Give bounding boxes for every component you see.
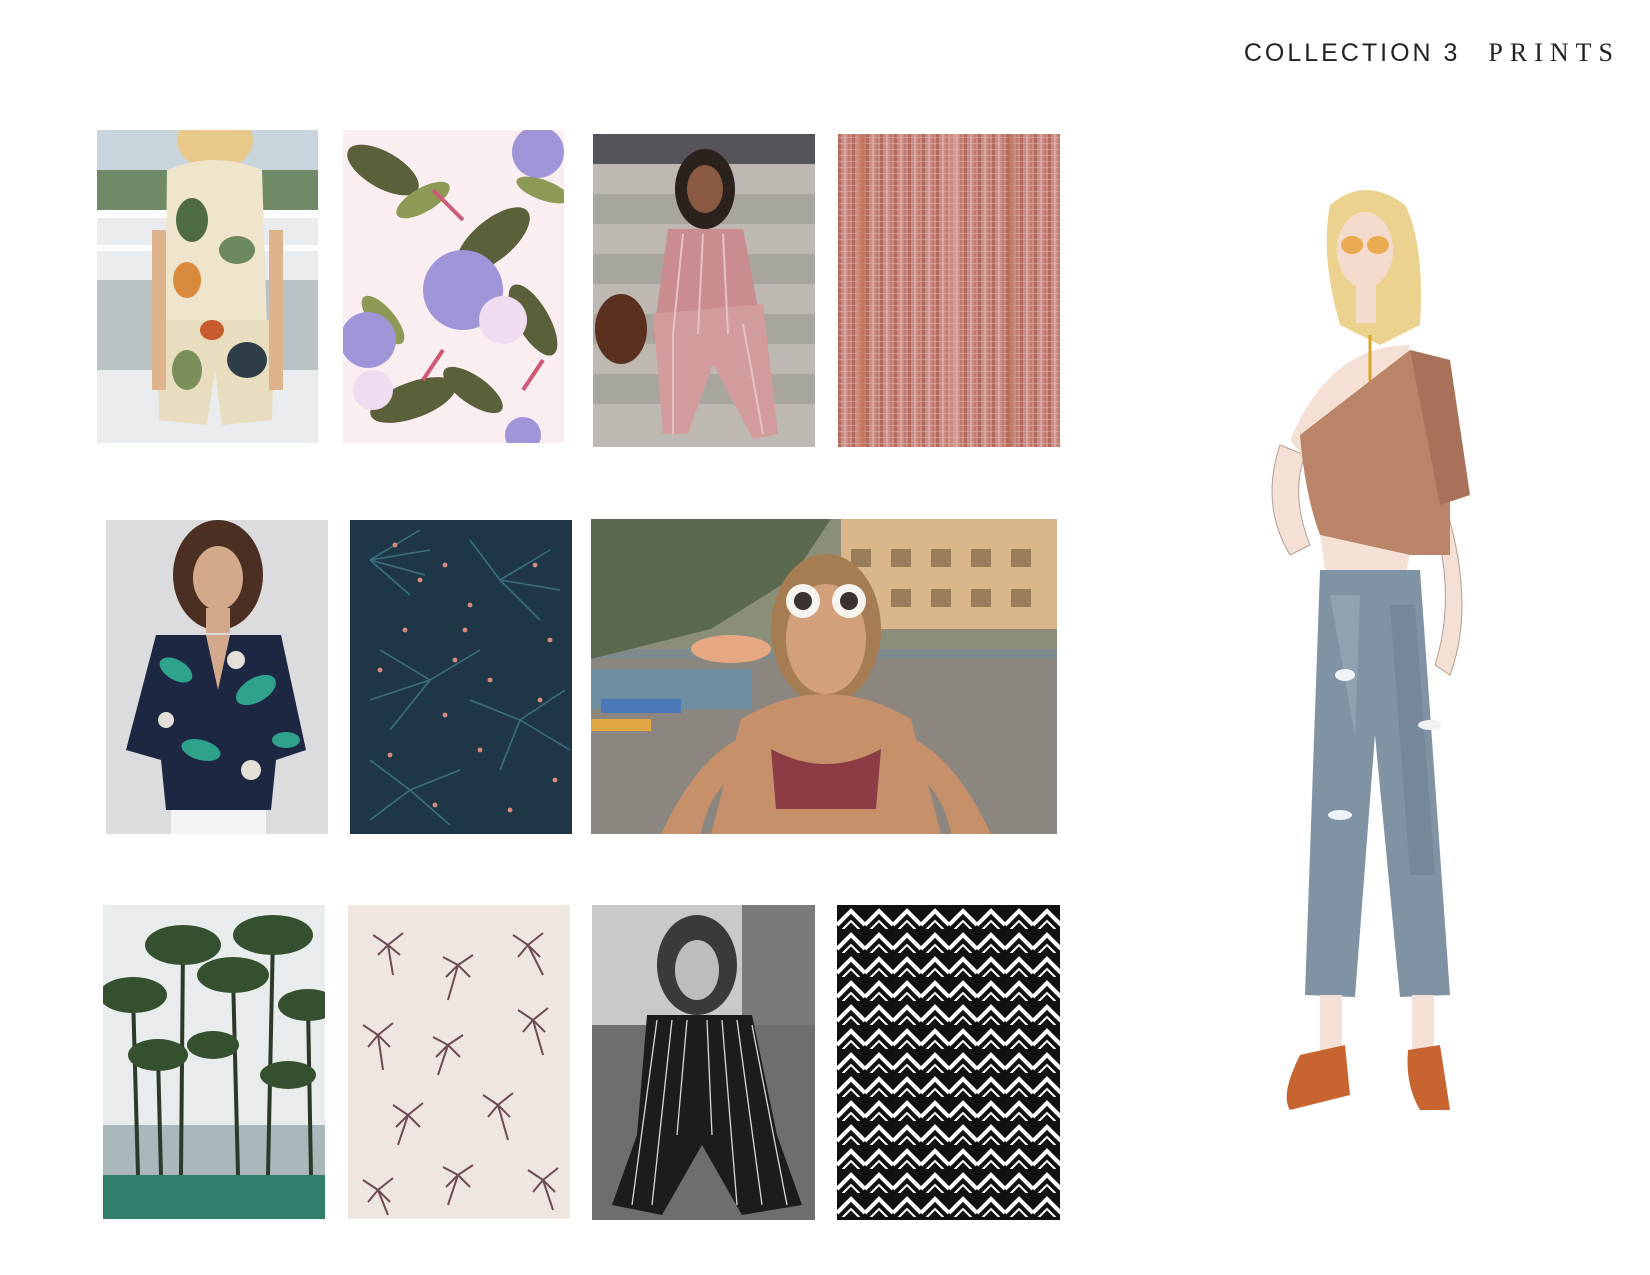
navy-tropical-shirt-photo	[106, 520, 328, 834]
prints-title: PRINTS	[1488, 38, 1620, 67]
palm-tree-print-swatch	[348, 905, 570, 1219]
tropical-print-romper-photo	[97, 130, 318, 443]
fashion-illustration-one-shoulder-top-cropped-jeans	[1180, 175, 1540, 1185]
hibiscus-floral-print-swatch	[343, 130, 564, 443]
beach-sunglasses-photo	[591, 519, 1057, 834]
collection-title: COLLECTION 3	[1243, 39, 1461, 67]
palm-trees-photo	[103, 905, 325, 1219]
pinstripe-suit-bw-photo	[592, 905, 815, 1220]
rose-woven-stripe-texture	[838, 134, 1060, 447]
black-white-herringbone-print-swatch	[837, 905, 1060, 1220]
navy-palm-frond-print-swatch	[350, 520, 572, 834]
page-header: COLLECTION 3 PRINTS	[1244, 38, 1620, 68]
pink-stripe-pajama-set-photo	[593, 134, 815, 447]
